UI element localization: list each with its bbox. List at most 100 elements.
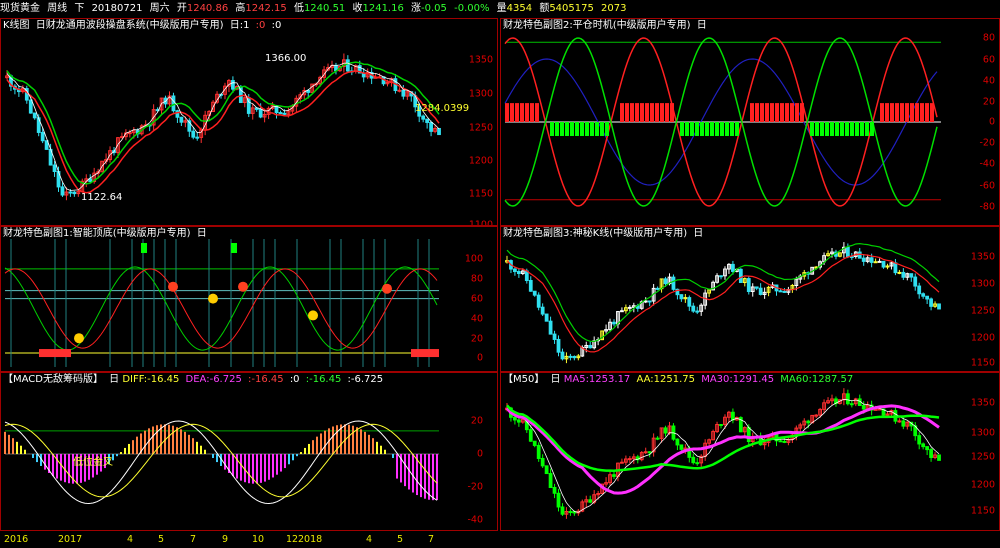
sub2-close-timing-panel[interactable]: 财龙特色副图2:平仓时机(中级版用户专用) 日 80 60 40 20 0 -2… [500, 18, 1000, 226]
sub3-mystic-kline-panel[interactable]: 财龙特色副图3:神秘K线(中级版用户专用) 日 1350 1300 1250 1… [500, 226, 1000, 372]
signal-bar-green [825, 122, 829, 136]
signal-bar-red [510, 103, 514, 122]
signal-bar-red [505, 103, 509, 122]
open-label: 开 [176, 3, 187, 14]
green-line [4, 266, 438, 351]
m50-panel[interactable]: 【M50】 日 MA5:1253.17 AA:1251.75 MA30:1291… [500, 372, 1000, 531]
m50-window-icon[interactable]: 日 [551, 374, 561, 385]
time-label: 4 [127, 534, 134, 545]
signal-bar-green [685, 122, 689, 136]
signal-bar-red [670, 103, 674, 122]
sub1-window-icon[interactable]: 日 [197, 228, 207, 239]
candle-body [687, 297, 692, 307]
sub1-value-axis: 100 80 60 40 20 0 [447, 227, 487, 371]
candle-body [921, 443, 926, 448]
low-annotation: 1122.64 [81, 192, 123, 203]
signal-bar-red [880, 103, 884, 122]
signal-bar-green [865, 122, 869, 136]
candle-body [548, 320, 553, 335]
signal-bar-red [790, 103, 794, 122]
axis-tick: 1200 [468, 155, 493, 167]
sub3-title[interactable]: 财龙特色副图3:神秘K线(中级版用户专用) [503, 228, 687, 239]
signal-bar-green [840, 122, 844, 136]
macd-panel[interactable]: 【MACD无敌筹码版】 日 DIFF:-16.45 DEA:-6.725 :-1… [0, 372, 498, 531]
candle-body [901, 420, 906, 427]
volume-label: 量 [496, 3, 507, 14]
axis-tick: -20 [467, 481, 483, 493]
signal-bar-red [915, 103, 919, 122]
signal-bar-green [735, 122, 739, 136]
axis-tick: 40 [982, 75, 995, 87]
candle-body [877, 260, 882, 263]
candle-body [925, 446, 930, 451]
signal-bar-red [515, 103, 519, 122]
candle-body [40, 131, 45, 142]
sub3-chart[interactable] [501, 227, 1000, 372]
candle-body [513, 416, 517, 421]
direction-label: 下 [74, 3, 85, 14]
sub2-value-axis: 80 60 40 20 0 -20 -40 -60 -80 [961, 19, 999, 225]
candle-body [429, 121, 433, 132]
macd-window-icon[interactable]: 日 [109, 374, 119, 385]
candle-body [560, 506, 565, 515]
candle-body [552, 333, 557, 340]
candle-body [568, 355, 573, 358]
macd-value-3: :-16.45 [248, 374, 284, 385]
bottom-marker [411, 349, 439, 358]
axis-tick: 1150 [970, 505, 995, 517]
signal-line [6, 61, 440, 185]
candle-body [612, 474, 616, 477]
quote-date: 20180721 [91, 3, 143, 14]
sub3-panel-title: 财龙特色副图3:神秘K线(中级版用户专用) 日 [503, 227, 706, 241]
candle-body [897, 420, 902, 423]
m50-chart[interactable] [501, 373, 1000, 531]
period-label[interactable]: 周线 [47, 3, 67, 14]
amount-label: 额 [539, 3, 550, 14]
candle-body [917, 435, 922, 445]
sub2-panel-title: 财龙特色副图2:平仓时机(中级版用户专用) 日 [503, 19, 710, 33]
candle-body [778, 290, 783, 293]
macd-title[interactable]: 【MACD无敌筹码版】 [3, 374, 103, 385]
candle-body [719, 275, 723, 278]
m50-title[interactable]: 【M50】 [503, 374, 544, 385]
signal-bar-red [665, 103, 669, 122]
candle-body [731, 263, 735, 272]
signal-bar-green [855, 122, 859, 136]
candle-body [679, 444, 684, 450]
candle-body [675, 438, 680, 446]
macd-chart[interactable] [1, 373, 498, 531]
axis-tick: 1350 [970, 397, 995, 409]
bottom-marker [39, 349, 71, 358]
candle-body [513, 268, 517, 273]
main-indicator-name[interactable]: 日财龙通用波段操盘系统(中级版用户专用) [36, 20, 224, 31]
change-label: 涨 [411, 3, 422, 14]
axis-tick: 0 [476, 352, 483, 364]
ma-line-upper [506, 242, 940, 343]
candle-body [849, 403, 854, 406]
top-signal-icon [168, 281, 178, 292]
symbol-name[interactable]: 现货黄金 [0, 3, 40, 14]
sub1-title[interactable]: 财龙特色副图1:智能顶底(中级版用户专用) [3, 228, 191, 239]
signal-bar-green [550, 122, 554, 136]
time-label: 5 [397, 534, 404, 545]
sub3-window-icon[interactable]: 日 [693, 228, 703, 239]
signal-bar-red [905, 103, 909, 122]
sub2-window-icon[interactable]: 日 [697, 20, 707, 31]
axis-tick: 1250 [970, 305, 995, 317]
ma5-value: MA5:1253.17 [563, 374, 631, 385]
signal-bar-green [870, 122, 874, 136]
sub1-chart[interactable] [1, 227, 498, 372]
kline-main-panel[interactable]: K线图 日财龙通用波段操盘系统(中级版用户专用) 日:1 :0 :0 1350 … [0, 18, 498, 226]
candle-body [691, 305, 696, 312]
axis-tick: 60 [982, 54, 995, 66]
candle-body [278, 112, 283, 115]
sub1-top-bottom-panel[interactable]: 财龙特色副图1:智能顶底(中级版用户专用) 日 100 80 60 40 20 … [0, 226, 498, 372]
sub2-title[interactable]: 财龙特色副图2:平仓时机(中级版用户专用) [503, 20, 691, 31]
signal-bar-green [605, 122, 609, 136]
candle-body [746, 427, 751, 443]
signal-bar-green [845, 122, 849, 136]
kline-chart[interactable] [1, 19, 498, 226]
volume-value: 4354 [506, 3, 533, 14]
signal-bar-green [860, 122, 864, 136]
sub2-chart[interactable] [501, 19, 1000, 226]
